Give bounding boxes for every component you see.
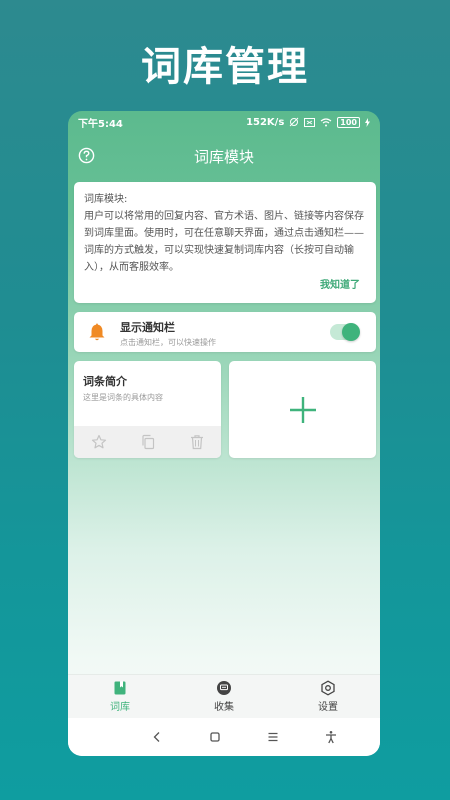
- status-icons: 152K/s 100: [246, 116, 370, 128]
- intro-body: 用户可以将常用的回复内容、官方术语、图片、链接等内容保存到词库里面。使用时，可在…: [84, 211, 364, 273]
- phone-screen: 下午5:44 152K/s 100 词库模块 词库模块: 用户可以将常用的回复内…: [68, 111, 380, 756]
- nav-label-library: 词库: [110, 702, 130, 713]
- plus-icon: [289, 396, 316, 423]
- got-it-button[interactable]: 我知道了: [320, 276, 360, 291]
- notify-subtitle: 点击通知栏，可以快速操作: [120, 338, 216, 347]
- trash-icon[interactable]: [189, 434, 205, 450]
- battery-indicator: 100: [337, 116, 360, 128]
- network-speed: 152K/s: [246, 116, 285, 128]
- bottom-navigation: 词库 收集 设置: [68, 674, 380, 718]
- notify-title: 显示通知栏: [120, 321, 175, 334]
- recents-menu-icon[interactable]: [266, 730, 280, 744]
- home-icon[interactable]: [208, 730, 222, 744]
- bookmark-book-icon: [114, 681, 126, 695]
- intro-card: 词库模块: 用户可以将常用的回复内容、官方术语、图片、链接等内容保存到词库里面。…: [74, 182, 376, 303]
- status-bar: 下午5:44 152K/s 100: [68, 111, 380, 133]
- charging-icon: [365, 117, 370, 127]
- back-icon[interactable]: [150, 730, 164, 744]
- nav-label-settings: 设置: [318, 702, 338, 713]
- accessibility-icon[interactable]: [324, 730, 338, 744]
- chat-bubble-icon: [217, 681, 231, 695]
- star-icon[interactable]: [91, 434, 107, 450]
- entry-actions-bar: [74, 426, 221, 458]
- intro-heading: 词库模块:: [84, 194, 128, 205]
- help-icon[interactable]: [78, 147, 95, 164]
- copy-icon[interactable]: [140, 434, 156, 450]
- nav-item-collect[interactable]: 收集: [189, 680, 259, 713]
- add-entry-button[interactable]: [229, 361, 376, 458]
- entry-title: 词条简介: [83, 375, 127, 388]
- system-navigation-bar: [68, 718, 380, 756]
- nav-label-collect: 收集: [214, 702, 234, 713]
- page-title: 词库模块: [193, 147, 254, 166]
- entry-subtitle: 这里是词条的具体内容: [83, 393, 163, 402]
- nav-item-settings[interactable]: 设置: [293, 680, 363, 713]
- alarm-off-icon: [289, 117, 299, 127]
- word-entry-card[interactable]: 词条简介 这里是词条的具体内容: [74, 361, 221, 458]
- sim-icon: [304, 117, 316, 127]
- notify-toggle-switch[interactable]: [330, 323, 360, 341]
- wifi-icon: [320, 117, 332, 126]
- app-bar: 词库模块: [68, 141, 380, 171]
- bell-icon: [89, 323, 105, 341]
- hexagon-gear-icon: [321, 680, 335, 696]
- notification-toggle-card: 显示通知栏 点击通知栏，可以快速操作: [74, 312, 376, 352]
- toggle-knob: [342, 323, 360, 341]
- promo-headline: 词库管理: [141, 44, 309, 90]
- status-time: 下午5:44: [78, 118, 123, 130]
- nav-item-library[interactable]: 词库: [85, 680, 155, 713]
